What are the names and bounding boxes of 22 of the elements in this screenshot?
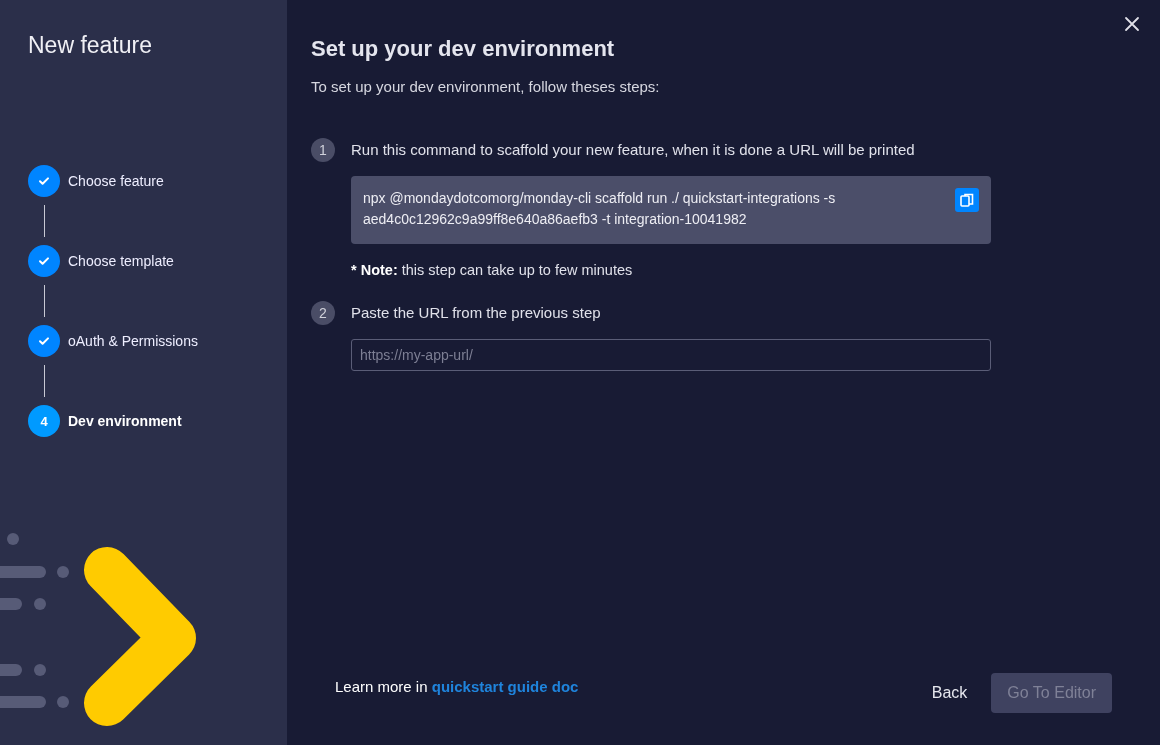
back-button[interactable]: Back [919,676,980,710]
step-number: 1 [311,138,335,162]
quickstart-guide-link[interactable]: quickstart guide doc [431,677,579,695]
close-icon [1122,14,1142,34]
copy-button[interactable] [955,188,979,212]
step-label: Choose feature [68,173,164,189]
note-text: * Note: this step can take up to few minutes [351,262,634,278]
step-label: oAuth & Permissions [68,333,198,349]
close-button[interactable] [1122,14,1142,34]
step-label: Choose template [68,253,174,269]
instruction-text: Run this command to scaffold your new feature, when it is done a URL will be printed [351,141,916,158]
command-text: npx @mondaydotcomorg/monday-cli scaffold run ./ quickstart-integrations -s aed4c0c12962c9a99ff8e640a86aefb3 -t integration-10041982 [363,189,837,229]
sidebar-title: New feature [28,32,153,59]
dialog-title: Set up your dev environment [311,36,616,62]
instruction-text: Paste the URL from the previous step [351,304,602,321]
copy-icon [959,192,975,208]
url-input-field[interactable]: https://my-app-url/ [351,339,991,371]
step-number: 2 [311,301,335,325]
learn-more-text: Learn more in quickstart guide doc [335,677,579,695]
step-number: 4 [28,405,60,437]
dialog-subtitle: To set up your dev environment, follow theses steps: [311,78,661,95]
step-label: Dev environment [68,413,182,429]
